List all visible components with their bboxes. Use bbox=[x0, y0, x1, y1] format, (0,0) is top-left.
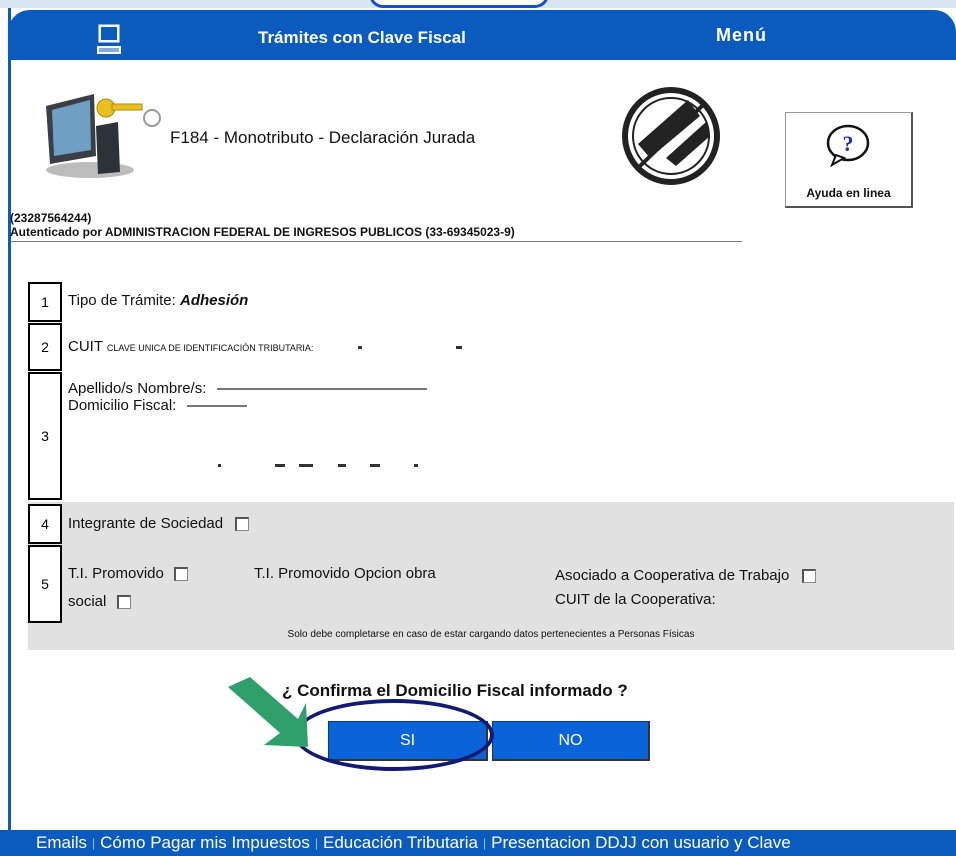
section-number-3: 3 bbox=[28, 372, 62, 500]
row-cuit: CUIT CLAVE UNICA DE IDENTIFICACIÓN TRIBU… bbox=[68, 338, 462, 355]
coop-cuit-label: CUIT de la Cooperativa: bbox=[555, 591, 716, 608]
redacted-mark bbox=[337, 463, 346, 467]
tramite-value: Adhesión bbox=[180, 292, 249, 309]
tramite-label: Tipo de Trámite: bbox=[68, 292, 176, 309]
redacted-mark bbox=[413, 463, 418, 467]
help-online-button[interactable]: ? Ayuda en linea bbox=[785, 112, 913, 208]
title-bar: Trámites con Clave Fiscal Menú bbox=[8, 10, 956, 60]
confirm-question: ¿ Confirma el Domicilio Fiscal informado… bbox=[282, 681, 628, 700]
top-link-tab[interactable] bbox=[369, 0, 549, 8]
menu-link[interactable]: Menú bbox=[716, 25, 767, 46]
no-button[interactable]: NO bbox=[492, 721, 650, 761]
row-name: Apellido/s Nombre/s: bbox=[68, 380, 427, 397]
row-sociedad: Integrante de Sociedad bbox=[68, 515, 250, 532]
redacted-mark bbox=[275, 463, 286, 467]
ti-promovido-checkbox[interactable] bbox=[174, 567, 189, 582]
row-ti-promovido: T.I. Promovido bbox=[68, 565, 189, 582]
redacted-mark bbox=[299, 463, 314, 467]
redacted-mark bbox=[455, 345, 462, 349]
footer-separator: | bbox=[92, 836, 96, 850]
name-label: Apellido/s Nombre/s: bbox=[68, 380, 207, 397]
address-label: Domicilio Fiscal: bbox=[68, 397, 177, 414]
physical-persons-note: Solo debe completarse en caso de estar c… bbox=[287, 629, 695, 640]
cuit-label: CUIT bbox=[68, 338, 103, 355]
redacted-mark bbox=[218, 463, 221, 467]
computer-icon[interactable] bbox=[96, 24, 122, 56]
sociedad-label: Integrante de Sociedad bbox=[68, 515, 224, 532]
section-number-5: 5 bbox=[28, 545, 62, 623]
redacted-mark bbox=[357, 345, 362, 349]
svg-text:?: ? bbox=[843, 131, 854, 156]
redacted-address bbox=[186, 405, 247, 408]
sociedad-checkbox[interactable] bbox=[235, 517, 250, 532]
green-arrow-icon bbox=[228, 677, 308, 747]
cuit-sublabel: CLAVE UNICA DE IDENTIFICACIÓN TRIBUTARIA… bbox=[106, 343, 314, 353]
redacted-name bbox=[216, 388, 427, 391]
footer-separator: | bbox=[314, 836, 319, 850]
footer-link-pagar[interactable]: Cómo Pagar mis Impuestos bbox=[100, 833, 310, 853]
keys-computer-icon bbox=[46, 94, 161, 178]
help-label: Ayuda en linea bbox=[806, 186, 891, 200]
coop-checkbox[interactable] bbox=[801, 569, 816, 584]
ti-promovido-label: T.I. Promovido bbox=[68, 565, 164, 582]
section-number-4: 4 bbox=[28, 504, 62, 544]
user-cuit: (23287564244) bbox=[10, 211, 92, 225]
afip-secure-seal bbox=[622, 87, 720, 185]
form-title: F184 - Monotributo - Declaración Jurada bbox=[170, 128, 476, 147]
row-coop: Asociado a Cooperativa de Trabajo bbox=[555, 567, 816, 584]
coop-label: Asociado a Cooperativa de Trabajo bbox=[555, 567, 790, 584]
row-address: Domicilio Fiscal: bbox=[68, 397, 247, 414]
section-number-2: 2 bbox=[28, 323, 62, 371]
row-ti-obra-social: social bbox=[68, 593, 131, 610]
yes-button[interactable]: SI bbox=[328, 721, 488, 761]
ti-obra-label-2: social bbox=[68, 593, 107, 610]
ti-obra-label: T.I. Promovido Opcion obra bbox=[254, 565, 436, 582]
footer-link-emails[interactable]: Emails bbox=[36, 833, 87, 853]
question-bubble-icon: ? bbox=[826, 124, 870, 167]
footer-link-educacion[interactable]: Educación Tributaria bbox=[323, 833, 478, 853]
authenticated-by: Autenticado por ADMINISTRACION FEDERAL D… bbox=[10, 225, 742, 242]
row-tramite-type: Tipo de Trámite: Adhesión bbox=[68, 292, 248, 309]
footer-links: Emails | Cómo Pagar mis Impuestos | Educ… bbox=[0, 830, 956, 856]
footer-separator: | bbox=[483, 836, 487, 850]
footer-link-ddjj[interactable]: Presentacion DDJJ con usuario y Clave bbox=[491, 833, 791, 853]
redacted-mark bbox=[369, 463, 380, 467]
section-number-1: 1 bbox=[28, 282, 62, 322]
row-address-line-2 bbox=[218, 456, 518, 473]
ti-obra-checkbox[interactable] bbox=[116, 595, 131, 610]
app-title: Trámites con Clave Fiscal bbox=[258, 28, 466, 47]
